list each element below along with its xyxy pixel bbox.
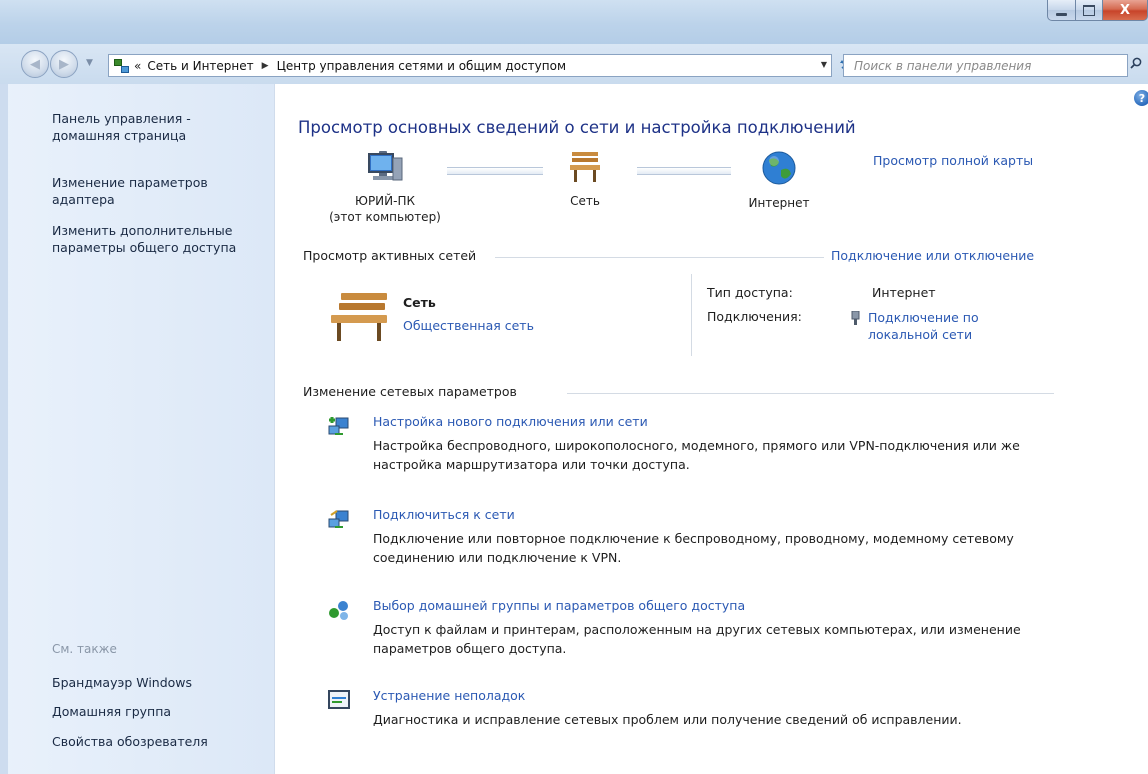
page-title: Просмотр основных сведений о сети и наст… [298, 118, 856, 137]
address-bar[interactable]: « Сеть и Интернет ▶ Центр управления сет… [108, 54, 832, 77]
window-controls: X [1047, 0, 1148, 21]
computer-label: ЮРИЙ-ПК (этот компьютер) [329, 194, 441, 224]
maximize-icon [1083, 4, 1095, 16]
change-settings-heading: Изменение сетевых параметров [303, 384, 517, 399]
address-dropdown-icon[interactable]: ▼ [821, 60, 827, 69]
connections-value: Подключение по локальной сети [851, 309, 979, 343]
navigation-bar: ◀ ▶ ▼ « Сеть и Интернет ▶ Центр управлен… [0, 44, 1148, 84]
minimize-button[interactable] [1047, 0, 1076, 21]
search-icon[interactable] [1130, 57, 1142, 69]
connections-label: Подключения: [707, 309, 802, 324]
maximize-button[interactable] [1076, 0, 1103, 21]
minimize-icon [1056, 12, 1067, 16]
local-area-connection-link[interactable]: Подключение по локальной сети [868, 309, 979, 343]
sidebar-item-advanced-sharing[interactable]: Изменить дополнительные параметры общего… [52, 222, 262, 256]
map-node-computer: ЮРИЙ-ПК (этот компьютер) [315, 150, 455, 225]
task-description: Настройка беспроводного, широкополосного… [373, 438, 1020, 472]
sidebar-item-homegroup[interactable]: Домашняя группа [52, 703, 262, 720]
breadcrumb-network-internet[interactable]: Сеть и Интернет [147, 59, 253, 73]
main-content: ? Просмотр основных сведений о сети и на… [275, 84, 1148, 774]
computer-icon [368, 151, 403, 181]
forward-arrow-icon: ▶ [59, 56, 69, 72]
active-networks-heading: Просмотр активных сетей [303, 248, 477, 263]
active-network-name: Сеть [403, 295, 436, 310]
sidebar: Панель управления - домашняя страница Из… [0, 84, 275, 774]
sidebar-edge [0, 84, 8, 774]
access-type-value: Интернет [872, 285, 936, 300]
connect-network-icon [328, 510, 349, 528]
see-also-heading: См. также [52, 642, 117, 656]
sidebar-item-adapter-settings[interactable]: Изменение параметров адаптера [52, 174, 262, 208]
vertical-divider [691, 274, 692, 356]
forward-button[interactable]: ▶ [50, 50, 78, 78]
network-label: Сеть [570, 194, 600, 208]
back-button[interactable]: ◀ [21, 50, 49, 78]
close-button[interactable]: X [1103, 0, 1148, 21]
sidebar-item-windows-firewall[interactable]: Брандмауэр Windows [52, 674, 262, 691]
breadcrumb-network-center[interactable]: Центр управления сетями и общим доступом [277, 59, 566, 73]
network-type-link[interactable]: Общественная сеть [403, 318, 534, 333]
view-full-map-link[interactable]: Просмотр полной карты [873, 153, 1033, 168]
section-divider [495, 257, 824, 258]
network-center-icon [114, 58, 129, 73]
map-node-internet: Интернет [729, 150, 829, 211]
map-node-network: Сеть [545, 150, 625, 209]
sidebar-item-control-panel-home[interactable]: Панель управления - домашняя страница [52, 110, 262, 144]
troubleshoot-link[interactable]: Устранение неполадок [373, 688, 525, 703]
troubleshoot-icon [328, 690, 350, 709]
section-divider [567, 393, 1054, 394]
close-icon: X [1119, 2, 1131, 18]
search-input[interactable] [852, 57, 1096, 74]
globe-icon [762, 151, 796, 185]
connect-to-network-link[interactable]: Подключиться к сети [373, 507, 515, 522]
title-bar[interactable]: X [0, 0, 1148, 44]
ethernet-plug-icon [851, 311, 860, 325]
back-arrow-icon: ◀ [30, 56, 40, 72]
task-description: Диагностика и исправление сетевых пробле… [373, 712, 962, 727]
breadcrumb-separator-icon[interactable]: ▶ [262, 61, 269, 71]
help-icon[interactable]: ? [1134, 90, 1148, 106]
access-type-label: Тип доступа: [707, 285, 793, 300]
choose-homegroup-link[interactable]: Выбор домашней группы и параметров общег… [373, 598, 745, 613]
setup-new-connection-link[interactable]: Настройка нового подключения или сети [373, 414, 648, 429]
network-bench-icon [331, 293, 387, 341]
bench-icon [570, 152, 600, 182]
internet-label: Интернет [748, 196, 810, 210]
homegroup-icon [329, 601, 348, 620]
task-description: Доступ к файлам и принтерам, расположенн… [373, 622, 1021, 656]
recent-pages-dropdown-icon[interactable]: ▼ [86, 58, 93, 68]
search-box[interactable] [843, 54, 1128, 77]
connection-line [637, 167, 731, 175]
breadcrumb-overflow[interactable]: « [134, 59, 141, 73]
connect-disconnect-link[interactable]: Подключение или отключение [831, 248, 1034, 263]
connection-line [447, 167, 543, 175]
sidebar-item-internet-options[interactable]: Свойства обозревателя [52, 733, 262, 750]
task-description: Подключение или повторное подключение к … [373, 531, 1014, 565]
new-connection-icon [328, 417, 349, 435]
